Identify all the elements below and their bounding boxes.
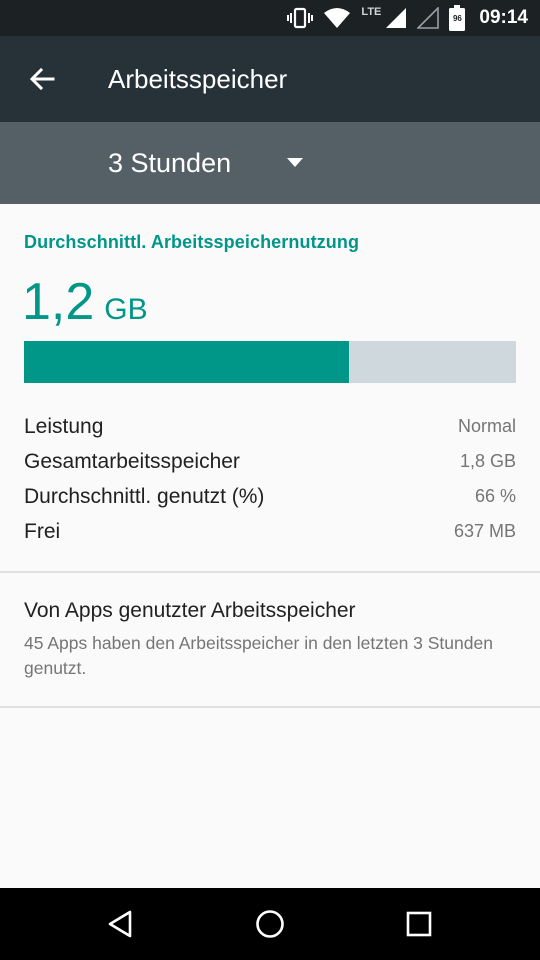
average-usage-value: 1,2 GB (22, 272, 148, 332)
stat-row-average-used: Durchschnittl. genutzt (%) 66 % (24, 479, 516, 514)
back-button[interactable] (0, 36, 84, 122)
arrow-back-icon (29, 67, 55, 91)
nav-back-button[interactable] (70, 888, 170, 960)
nav-recents-icon (406, 911, 432, 937)
average-usage-unit: GB (104, 293, 148, 326)
usage-progress-fill (24, 341, 349, 383)
stat-value: 1,8 GB (459, 451, 516, 471)
usage-progress-bar (24, 341, 516, 383)
average-usage-number: 1,2 (22, 273, 95, 331)
divider (0, 571, 540, 573)
wifi-icon (323, 7, 351, 29)
stat-row-free: Frei 637 MB (24, 514, 516, 549)
battery-icon: 96 (449, 5, 466, 31)
stat-key: Leistung (24, 414, 104, 438)
stat-row-performance: Leistung Normal (24, 409, 516, 444)
nav-home-button[interactable] (220, 888, 320, 960)
vibrate-icon (287, 7, 314, 29)
stat-value: Normal (457, 416, 516, 436)
signal-icon (385, 7, 407, 29)
divider (0, 706, 540, 708)
stat-row-total-memory: Gesamtarbeitsspeicher 1,8 GB (24, 444, 516, 479)
network-type-label: LTE (361, 6, 382, 18)
nav-recents-button[interactable] (369, 888, 469, 960)
time-range-bar: 3 Stunden (0, 122, 540, 204)
status-bar: LTE 96 09:14 (0, 0, 540, 36)
stat-key: Frei (24, 519, 61, 543)
apps-memory-item[interactable]: Von Apps genutzter Arbeitsspeicher 45 Ap… (24, 599, 516, 681)
toolbar: Arbeitsspeicher (0, 36, 540, 122)
stat-key: Gesamtarbeitsspeicher (24, 449, 240, 473)
clock: 09:14 (479, 7, 528, 28)
triangle-down-icon (287, 158, 304, 168)
battery-level: 96 (452, 14, 462, 23)
stat-key: Durchschnittl. genutzt (%) (24, 484, 265, 508)
signal-empty-icon (417, 7, 440, 29)
navigation-bar (0, 888, 540, 960)
time-range-value: 3 Stunden (108, 147, 232, 178)
average-usage-label: Durchschnittl. Arbeitsspeichernutzung (24, 232, 360, 252)
stat-value: 66 % (474, 486, 516, 506)
nav-home-icon (256, 910, 284, 938)
page-title: Arbeitsspeicher (108, 63, 288, 94)
apps-memory-title: Von Apps genutzter Arbeitsspeicher (24, 599, 356, 622)
apps-memory-subtitle: 45 Apps haben den Arbeitsspeicher in den… (24, 633, 493, 678)
nav-back-icon (108, 910, 132, 938)
stat-value: 637 MB (453, 521, 516, 541)
time-range-dropdown[interactable]: 3 Stunden (108, 147, 304, 179)
memory-stats: Leistung Normal Gesamtarbeitsspeicher 1,… (24, 409, 516, 549)
